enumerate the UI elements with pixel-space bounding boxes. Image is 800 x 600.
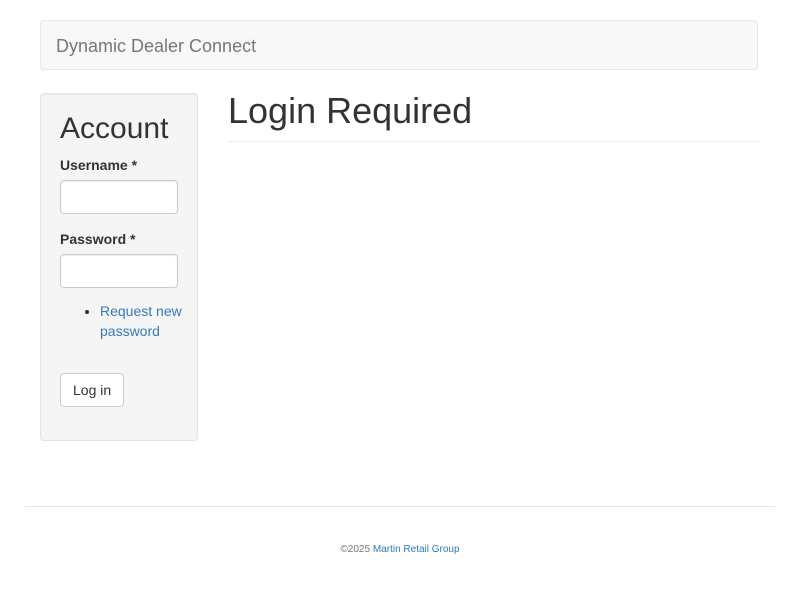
- list-item: Request new password: [100, 301, 220, 341]
- account-title: Account: [60, 112, 169, 145]
- login-button[interactable]: Log in: [60, 373, 125, 407]
- username-input[interactable]: [60, 180, 178, 214]
- footer: ©2025 Martin Retail Group: [25, 506, 775, 555]
- required-marker: *: [130, 231, 136, 247]
- username-label-text: Username: [60, 157, 128, 173]
- required-marker: *: [131, 157, 138, 173]
- footer-text: ©2025 Martin Retail Group: [25, 543, 775, 557]
- copyright-text: ©2025: [340, 544, 371, 555]
- request-new-password-link[interactable]: Request new password: [100, 303, 182, 339]
- top-navbar: Dynamic Dealer Connect: [40, 20, 758, 70]
- username-label: Username *: [60, 155, 137, 175]
- page-header: Login Required: [228, 89, 760, 142]
- password-input[interactable]: [60, 254, 178, 288]
- account-sidebar: Account Username * Password * Request ne…: [40, 93, 198, 441]
- account-links: Request new password: [60, 301, 220, 341]
- brand-link[interactable]: Dynamic Dealer Connect: [56, 36, 256, 56]
- page-title: Login Required: [228, 90, 473, 131]
- password-label-text: Password: [60, 231, 127, 247]
- company-link[interactable]: Martin Retail Group: [373, 544, 460, 555]
- password-label: Password *: [60, 229, 135, 249]
